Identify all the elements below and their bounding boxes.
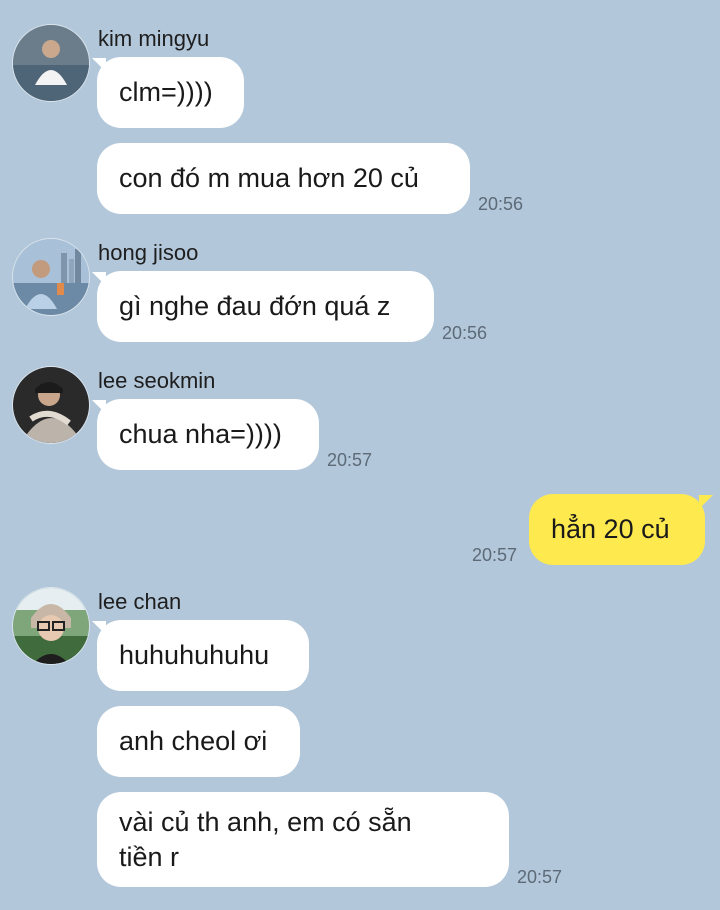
- timestamp: 20:57: [517, 867, 563, 887]
- timestamp: 20:56: [442, 323, 488, 343]
- message-bubble[interactable]: anh cheol ơi: [97, 706, 300, 777]
- bubble-tail: [699, 495, 713, 509]
- avatar[interactable]: [12, 587, 90, 665]
- timestamp: 20:57: [472, 545, 518, 565]
- sender-name: hong jisoo: [98, 240, 199, 265]
- kim-mingyu-avatar: [13, 25, 89, 101]
- sender-name: lee seokmin: [98, 368, 216, 393]
- timestamp: 20:56: [478, 194, 524, 214]
- avatar[interactable]: [12, 238, 90, 316]
- timestamp: 20:57: [327, 450, 373, 470]
- message-bubble[interactable]: vài củ th anh, em có sẵn tiền r: [97, 792, 509, 887]
- message-bubble[interactable]: con đó m mua hơn 20 củ: [97, 143, 470, 214]
- message-bubble[interactable]: chua nha=)))): [97, 399, 319, 470]
- message-bubble[interactable]: hẳn 20 củ: [529, 494, 705, 565]
- lee-seokmin-avatar: [13, 367, 89, 443]
- sender-name: lee chan: [98, 589, 182, 614]
- sender-name: kim mingyu: [98, 26, 210, 51]
- avatar[interactable]: [12, 366, 90, 444]
- lee-chan-avatar: [13, 588, 89, 664]
- message-bubble[interactable]: gì nghe đau đớn quá z: [97, 271, 434, 342]
- hong-jisoo-avatar: [13, 239, 89, 315]
- message-bubble[interactable]: clm=)))): [97, 57, 244, 128]
- avatar[interactable]: [12, 24, 90, 102]
- message-bubble[interactable]: huhuhuhuhu: [97, 620, 309, 691]
